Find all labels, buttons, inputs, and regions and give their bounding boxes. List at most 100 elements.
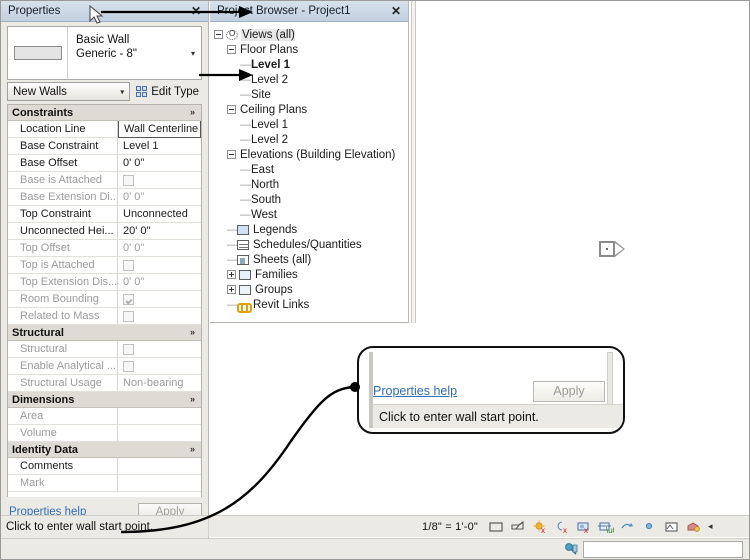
property-value[interactable]	[118, 341, 201, 357]
collapse-chevron-icon[interactable]: »	[190, 107, 195, 117]
property-row[interactable]: Base Extension Di... 0' 0"	[8, 189, 201, 206]
tree-item[interactable]: — West	[214, 207, 408, 222]
shadows-icon[interactable]: x	[554, 520, 570, 534]
property-row[interactable]: Comments	[8, 458, 201, 475]
callout-properties-help-link[interactable]: Properties help	[373, 384, 457, 398]
edit-type-button[interactable]: Edit Type	[136, 82, 202, 101]
property-row[interactable]: Unconnected Hei... 20' 0"	[8, 223, 201, 240]
detail-level-icon[interactable]	[488, 520, 504, 534]
callout-apply-button[interactable]: Apply	[533, 380, 605, 402]
panel-divider[interactable]	[411, 1, 416, 323]
tree-item[interactable]: Elevations (Building Elevation)	[214, 147, 408, 162]
property-row[interactable]: Room Bounding	[8, 291, 201, 308]
property-value[interactable]: Non-bearing	[118, 375, 201, 391]
property-row[interactable]: Enable Analytical ...	[8, 358, 201, 375]
visual-style-icon[interactable]	[510, 520, 526, 534]
tree-item[interactable]: — Sheets (all)	[214, 252, 408, 267]
property-value[interactable]	[118, 458, 201, 474]
selection-filter-field[interactable]	[583, 540, 743, 558]
close-icon[interactable]: ✕	[389, 4, 403, 18]
property-value[interactable]: Wall Centerline	[118, 120, 201, 138]
tree-item[interactable]: Floor Plans	[214, 42, 408, 57]
property-value[interactable]: Level 1	[118, 138, 201, 154]
collapse-icon[interactable]	[214, 30, 223, 39]
property-row[interactable]: Base Offset 0' 0"	[8, 155, 201, 172]
tree-item[interactable]: — Level 2	[214, 132, 408, 147]
checkbox-icon[interactable]	[123, 293, 134, 305]
elevation-marker[interactable]	[599, 241, 625, 257]
tree-item[interactable]: — South	[214, 192, 408, 207]
collapse-chevron-icon[interactable]: »	[190, 394, 195, 404]
rendering-dialog-icon[interactable]: x	[576, 520, 592, 534]
property-value[interactable]	[118, 291, 201, 307]
tree-item[interactable]: — Level 2	[214, 72, 408, 87]
property-value[interactable]: 0' 0"	[118, 189, 201, 205]
type-selector[interactable]: Basic Wall Generic - 8" ▾	[7, 26, 202, 80]
collapse-icon[interactable]	[227, 150, 236, 159]
checkbox-icon[interactable]	[123, 310, 134, 322]
tree-item[interactable]: Views (all)	[214, 27, 408, 42]
property-row[interactable]: Area	[8, 408, 201, 425]
properties-grid[interactable]: Constraints » Location Line Wall Centerline…	[7, 104, 202, 497]
filter-icon[interactable]	[561, 540, 583, 558]
checkbox-icon[interactable]	[123, 259, 134, 271]
property-value[interactable]	[118, 257, 201, 273]
expand-icon[interactable]	[227, 270, 236, 279]
property-row[interactable]: Top Offset 0' 0"	[8, 240, 201, 257]
instance-combo[interactable]: New Walls ▾	[7, 82, 131, 101]
property-value[interactable]	[118, 308, 201, 324]
property-value[interactable]: 0' 0"	[118, 155, 201, 171]
crop-view-icon[interactable]: \u00b7	[598, 520, 614, 534]
chevron-down-icon[interactable]: ▾	[185, 27, 201, 79]
collapse-icon[interactable]	[227, 45, 236, 54]
tree-item[interactable]: — Level 1	[214, 117, 408, 132]
property-row[interactable]: Structural	[8, 341, 201, 358]
property-value[interactable]	[118, 475, 201, 491]
tree-item[interactable]: — Schedules/Quantities	[214, 237, 408, 252]
tree-item[interactable]: — Level 1	[214, 57, 408, 72]
property-row[interactable]: Base is Attached	[8, 172, 201, 189]
property-row[interactable]: Location Line Wall Centerline	[8, 120, 201, 138]
property-row[interactable]: Related to Mass	[8, 308, 201, 325]
property-group-header[interactable]: Dimensions »	[8, 392, 201, 408]
property-group-header[interactable]: Identity Data »	[8, 442, 201, 458]
project-browser-tree[interactable]: Views (all)Floor Plans—Level 1—Level 2—S…	[210, 22, 408, 313]
property-row[interactable]: Top Extension Dis... 0' 0"	[8, 274, 201, 291]
worksharing-display-icon[interactable]	[686, 520, 702, 534]
property-group-header[interactable]: Structural »	[8, 325, 201, 341]
property-group-header[interactable]: Constraints »	[8, 105, 201, 121]
property-row[interactable]: Structural Usage Non-bearing	[8, 375, 201, 392]
property-value[interactable]	[118, 425, 201, 441]
tree-item[interactable]: — East	[214, 162, 408, 177]
tree-item[interactable]: — Legends	[214, 222, 408, 237]
property-row[interactable]: Volume	[8, 425, 201, 442]
checkbox-icon[interactable]	[123, 343, 134, 355]
reveal-hidden-elements-icon[interactable]	[664, 520, 680, 534]
tree-item[interactable]: — Revit Links	[214, 297, 408, 313]
collapse-chevron-icon[interactable]: »	[190, 444, 195, 454]
collapse-icon[interactable]	[227, 105, 236, 114]
sun-path-icon[interactable]: x	[532, 520, 548, 534]
tree-item[interactable]: Ceiling Plans	[214, 102, 408, 117]
tree-item[interactable]: — Site	[214, 87, 408, 102]
property-row[interactable]: Base Constraint Level 1	[8, 138, 201, 155]
property-value[interactable]	[118, 172, 201, 188]
property-value[interactable]: 0' 0"	[118, 274, 201, 290]
property-value[interactable]: 0' 0"	[118, 240, 201, 256]
tree-item[interactable]: — North	[214, 177, 408, 192]
view-scale-label[interactable]: 1/8" = 1'-0"	[422, 521, 478, 533]
temporary-hide-isolate-icon[interactable]	[642, 520, 658, 534]
drawing-canvas[interactable]	[410, 1, 749, 515]
view-control-expand-arrow-icon[interactable]: ◂	[708, 521, 713, 532]
collapse-chevron-icon[interactable]: »	[190, 327, 195, 337]
tree-item[interactable]: Families	[214, 267, 408, 282]
expand-icon[interactable]	[227, 285, 236, 294]
property-row[interactable]: Top Constraint Unconnected	[8, 206, 201, 223]
checkbox-icon[interactable]	[123, 360, 134, 372]
property-value[interactable]	[118, 408, 201, 424]
property-row[interactable]: Top is Attached	[8, 257, 201, 274]
property-value[interactable]	[118, 358, 201, 374]
property-value[interactable]: 20' 0"	[118, 223, 201, 239]
property-row[interactable]: Mark	[8, 475, 201, 492]
property-value[interactable]: Unconnected	[118, 206, 201, 222]
